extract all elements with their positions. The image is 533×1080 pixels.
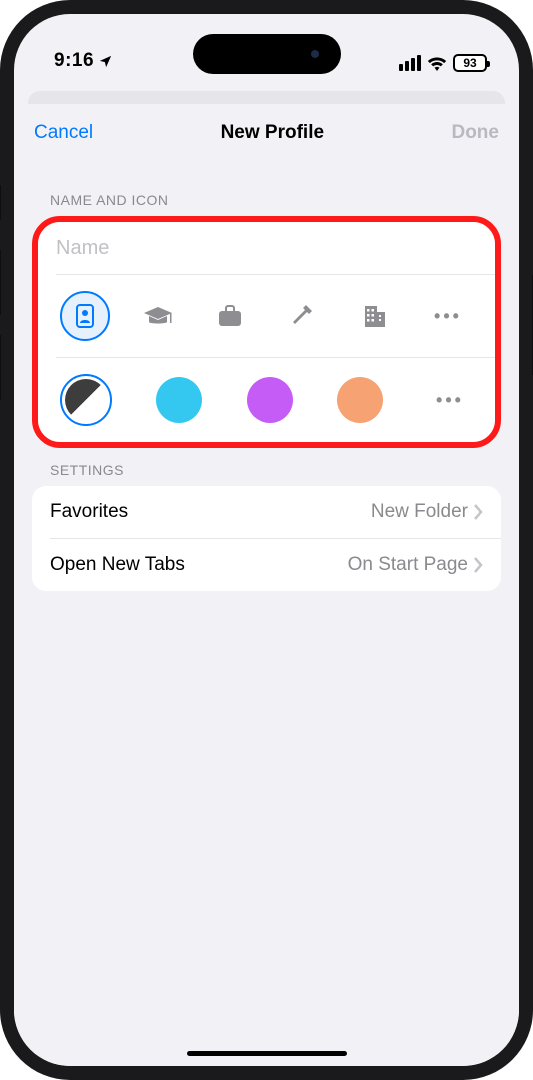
open-new-tabs-row[interactable]: Open New Tabs On Start Page bbox=[32, 539, 501, 591]
color-option-bw[interactable] bbox=[60, 374, 112, 426]
open-new-tabs-value-wrap: On Start Page bbox=[348, 554, 483, 576]
graduation-cap-icon bbox=[143, 305, 173, 327]
camera-dot bbox=[311, 50, 319, 58]
more-icon: ••• bbox=[434, 306, 462, 327]
open-new-tabs-value: On Start Page bbox=[348, 554, 468, 576]
sheet-title: New Profile bbox=[221, 122, 324, 144]
icon-option-more[interactable]: ••• bbox=[423, 291, 473, 341]
icon-option-briefcase[interactable] bbox=[205, 291, 255, 341]
section-name-icon-label: NAME AND ICON bbox=[50, 192, 501, 208]
icon-option-graduation[interactable] bbox=[133, 291, 183, 341]
time-label: 9:16 bbox=[54, 50, 94, 72]
icon-option-badge[interactable] bbox=[60, 291, 110, 341]
volume-down bbox=[0, 335, 1, 400]
color-option-orange[interactable] bbox=[337, 377, 383, 423]
name-row[interactable] bbox=[38, 222, 495, 274]
bw-swatch bbox=[65, 379, 107, 421]
icon-option-hammer[interactable] bbox=[278, 291, 328, 341]
settings-card: Favorites New Folder Open New Tabs On St… bbox=[32, 486, 501, 591]
status-time: 9:16 bbox=[54, 50, 113, 72]
color-option-blue[interactable] bbox=[156, 377, 202, 423]
favorites-label: Favorites bbox=[50, 501, 128, 523]
briefcase-icon bbox=[217, 304, 243, 328]
chevron-right-icon bbox=[474, 504, 483, 520]
wifi-icon bbox=[427, 56, 447, 71]
signal-icon bbox=[399, 55, 421, 71]
battery-icon: 93 bbox=[453, 54, 487, 72]
color-picker-row: ••• bbox=[38, 358, 495, 442]
cancel-button[interactable]: Cancel bbox=[34, 122, 93, 144]
mute-switch bbox=[0, 185, 1, 220]
hammer-icon bbox=[290, 303, 316, 329]
home-indicator[interactable] bbox=[187, 1051, 347, 1056]
chevron-right-icon bbox=[474, 557, 483, 573]
badge-icon bbox=[74, 303, 96, 329]
volume-up bbox=[0, 250, 1, 315]
done-button[interactable]: Done bbox=[451, 122, 499, 144]
favorites-row[interactable]: Favorites New Folder bbox=[32, 486, 501, 538]
building-icon bbox=[363, 303, 387, 329]
section-settings-label: SETTINGS bbox=[50, 462, 501, 478]
sheet-content: NAME AND ICON bbox=[14, 158, 519, 591]
dynamic-island bbox=[193, 34, 341, 74]
color-option-more[interactable]: ••• bbox=[427, 375, 473, 425]
icon-option-building[interactable] bbox=[350, 291, 400, 341]
location-icon bbox=[98, 54, 113, 69]
sheet-header: Cancel New Profile Done bbox=[14, 104, 519, 158]
screen: 9:16 93 Cancel New Profile Done NAME AND… bbox=[14, 14, 519, 1066]
phone-frame: 9:16 93 Cancel New Profile Done NAME AND… bbox=[0, 0, 533, 1080]
profile-name-input[interactable] bbox=[56, 237, 477, 260]
icon-picker-row: ••• bbox=[38, 275, 495, 357]
more-icon: ••• bbox=[436, 390, 464, 411]
modal-sheet: Cancel New Profile Done NAME AND ICON bbox=[14, 104, 519, 1066]
status-right: 93 bbox=[399, 54, 487, 72]
favorites-value-wrap: New Folder bbox=[371, 501, 483, 523]
color-option-purple[interactable] bbox=[247, 377, 293, 423]
battery-percent: 93 bbox=[463, 56, 476, 70]
favorites-value: New Folder bbox=[371, 501, 468, 523]
annotation-highlight: ••• ••• bbox=[32, 216, 501, 448]
open-new-tabs-label: Open New Tabs bbox=[50, 554, 185, 576]
name-icon-card: ••• ••• bbox=[38, 222, 495, 442]
